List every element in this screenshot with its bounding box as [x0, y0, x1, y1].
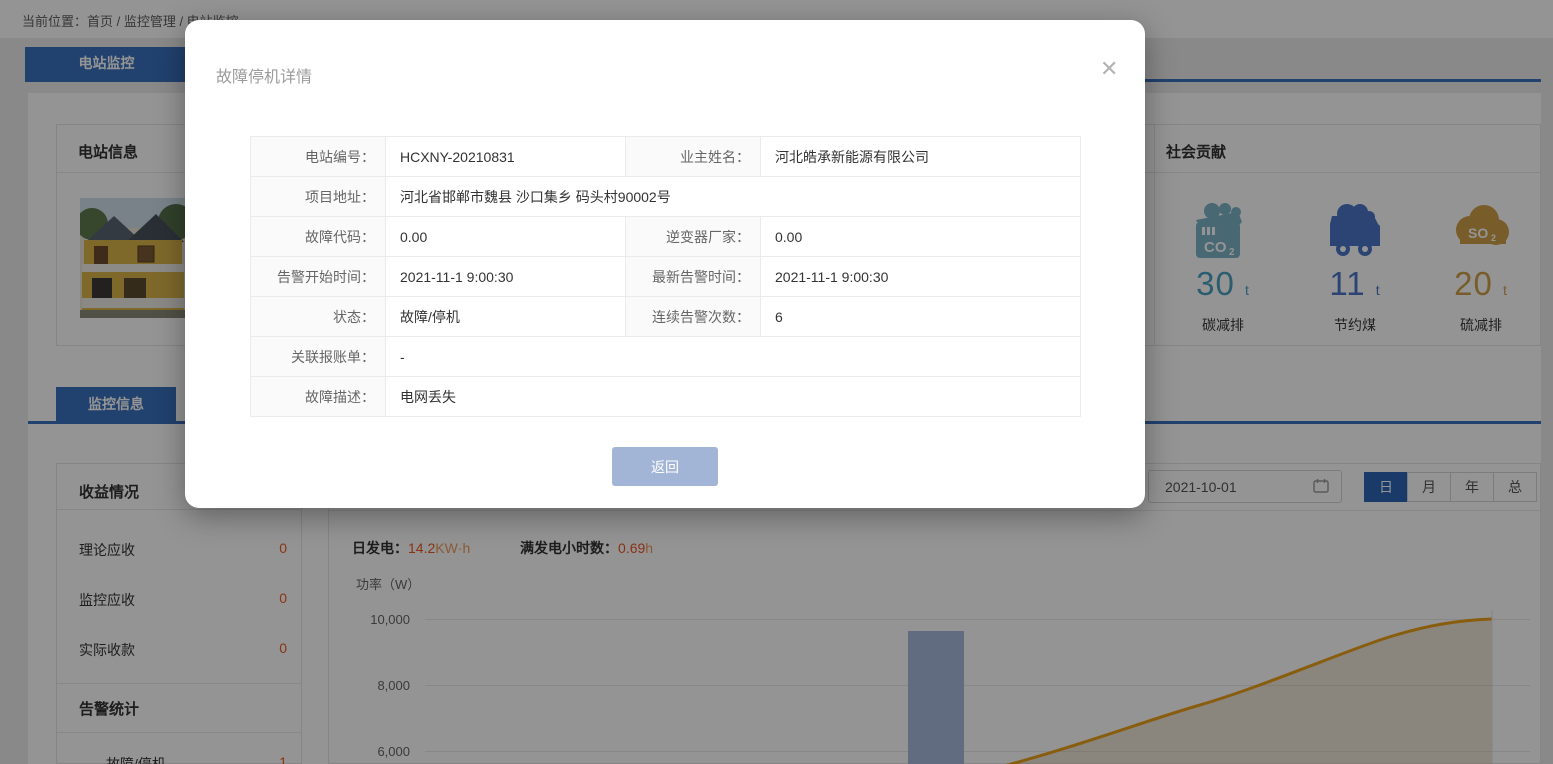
table-row: 故障描述： 电网丢失: [251, 377, 1081, 417]
app-window: 当前位置：首页 / 监控管理 / 电站监控 电站监控 电站信息 社会贡献: [0, 0, 1553, 764]
fault-detail-table: 电站编号： HCXNY-20210831 业主姓名： 河北皓承新能源有限公司 项…: [250, 136, 1081, 417]
table-row: 项目地址： 河北省邯郸市魏县 沙口集乡 码头村90002号: [251, 177, 1081, 217]
table-row: 关联报账单： -: [251, 337, 1081, 377]
table-row: 电站编号： HCXNY-20210831 业主姓名： 河北皓承新能源有限公司: [251, 137, 1081, 177]
modal-title: 故障停机详情: [216, 63, 312, 87]
table-row: 状态： 故障/停机 连续告警次数： 6: [251, 297, 1081, 337]
return-button[interactable]: 返回: [612, 447, 718, 486]
close-icon[interactable]: ✕: [1100, 58, 1118, 80]
table-row: 告警开始时间： 2021-11-1 9:00:30 最新告警时间： 2021-1…: [251, 257, 1081, 297]
table-row: 故障代码： 0.00 逆变器厂家： 0.00: [251, 217, 1081, 257]
fault-detail-modal: 故障停机详情 ✕ 电站编号： HCXNY-20210831 业主姓名： 河北皓承…: [185, 20, 1145, 508]
